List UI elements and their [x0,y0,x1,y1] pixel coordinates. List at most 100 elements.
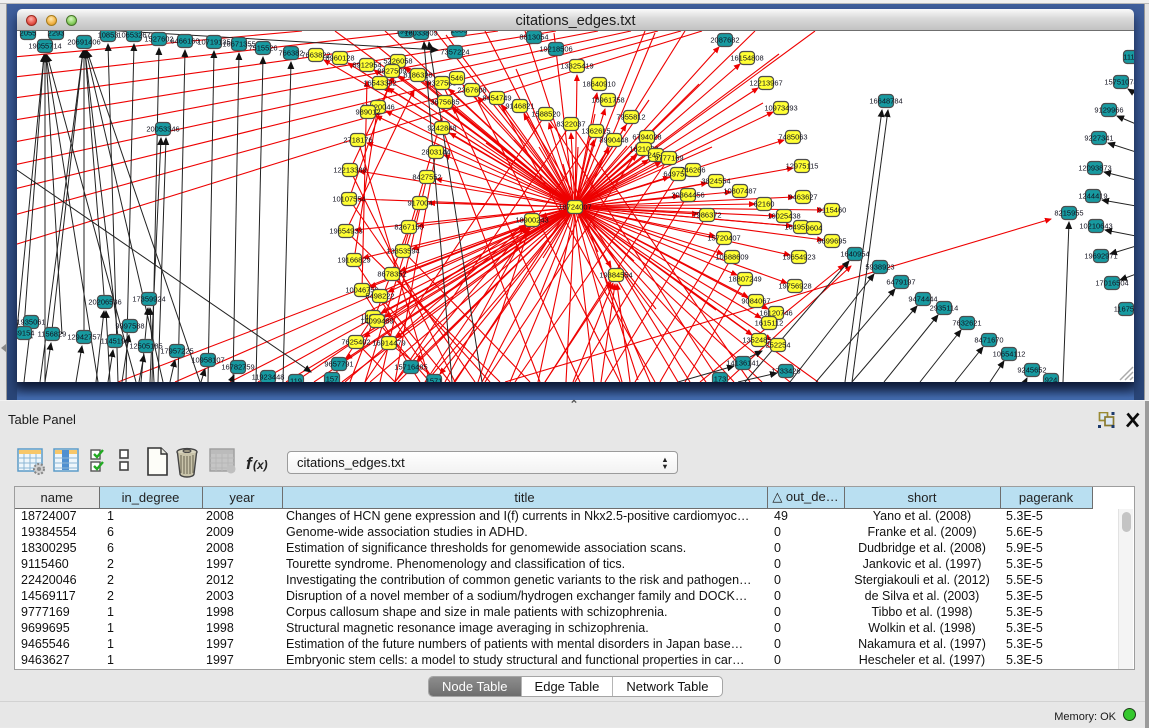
svg-text:10107554: 10107554 [332,195,365,204]
svg-text:10807487: 10807487 [723,187,756,196]
svg-text:9227341: 9227341 [1084,134,1113,143]
svg-text:19055714: 19055714 [28,42,61,51]
svg-text:20364456: 20364456 [671,191,704,200]
svg-text:18807249: 18807249 [728,275,761,284]
svg-text:15751074: 15751074 [1104,78,1134,87]
svg-text:12213389: 12213389 [333,166,366,175]
svg-text:12505185: 12505185 [129,342,162,351]
svg-text:12093873: 12093873 [1078,164,1111,173]
svg-text:10025438: 10025438 [767,212,800,221]
svg-text:39154: 39154 [17,329,34,338]
svg-text:252254: 252254 [765,341,790,350]
svg-text:12975115: 12975115 [786,162,819,171]
svg-text:15720407: 15720407 [707,234,740,243]
svg-text:1527602: 1527602 [144,35,173,44]
svg-text:18640910: 18640910 [582,80,615,89]
svg-text:16648784: 16648784 [869,97,902,106]
svg-text:18900243: 18900243 [515,216,548,225]
svg-text:9242848: 9242848 [427,124,456,133]
svg-text:9604: 9604 [806,224,823,233]
svg-text:10654112: 10654112 [993,350,1026,359]
svg-text:2055: 2055 [20,31,37,38]
svg-text:1112: 1112 [1123,53,1134,62]
svg-text:16961758: 16961758 [591,96,624,105]
svg-text:8267150: 8267150 [394,223,423,232]
svg-text:19218506: 19218506 [539,45,572,54]
svg-text:6794028: 6794028 [632,133,661,142]
svg-text:1145194: 1145194 [101,337,130,346]
svg-text:546: 546 [451,74,464,83]
svg-text:13353594: 13353594 [386,247,419,256]
svg-text:5498222: 5498222 [365,292,394,301]
svg-text:119: 119 [290,377,302,382]
svg-text:20206536: 20206536 [88,298,121,307]
svg-text:8990448: 8990448 [599,136,628,145]
svg-text:10688609: 10688609 [715,253,748,262]
svg-text:7986372: 7986372 [692,211,721,220]
svg-text:2087682: 2087682 [710,36,739,45]
svg-text:7485063: 7485063 [778,133,807,142]
svg-text:9129966: 9129966 [1094,106,1123,115]
svg-text:18724007: 18724007 [558,203,591,212]
svg-text:20053346: 20053346 [146,125,179,134]
svg-text:7357224: 7357224 [440,48,469,57]
svg-text:19384554: 19384554 [599,271,632,280]
svg-text:16033809: 16033809 [404,31,437,38]
svg-text:1362615: 1362615 [581,127,610,136]
svg-text:9777169: 9777169 [654,154,683,163]
svg-text:62160: 62160 [754,200,775,209]
svg-text:14099489: 14099489 [360,317,393,326]
svg-text:10853: 10853 [98,31,119,40]
svg-text:17359924: 17359924 [132,295,165,304]
svg-text:1935061: 1935061 [17,318,46,327]
svg-text:1085: 1085 [451,31,468,35]
svg-text:16154808: 16154808 [730,54,763,63]
svg-text:17016504: 17016504 [1095,279,1128,288]
svg-text:766382: 766382 [278,49,303,58]
svg-text:9463627: 9463627 [788,193,817,202]
svg-text:15716485: 15716485 [394,363,427,372]
svg-text:9115460: 9115460 [818,206,847,215]
svg-text:1571: 1571 [426,377,443,382]
svg-text:1733426: 1733426 [771,367,800,376]
svg-text:17957225: 17957225 [160,347,193,356]
svg-text:116753: 116753 [1114,305,1134,314]
svg-text:12213967: 12213967 [749,79,782,88]
svg-text:8813054: 8813054 [519,33,548,42]
svg-text:1588520: 1588520 [531,110,560,119]
svg-text:7625402: 7625402 [341,338,370,347]
svg-text:16914479: 16914479 [372,339,405,348]
svg-text:746266: 746266 [680,166,705,175]
svg-text:989012: 989012 [355,108,380,117]
svg-text:9084067: 9084067 [741,297,770,306]
svg-text:7515526: 7515526 [248,44,277,53]
svg-text:917004: 917004 [407,199,432,208]
svg-text:14136141: 14136141 [726,359,759,368]
svg-text:1244419: 1244419 [1078,192,1107,201]
svg-text:1156829: 1156829 [38,330,67,339]
svg-text:1640954: 1640954 [840,250,869,259]
svg-text:924: 924 [1045,376,1058,382]
svg-text:3675685: 3675685 [430,98,459,107]
svg-text:11923448: 11923448 [252,373,285,382]
svg-text:19756928: 19756928 [778,282,811,291]
svg-text:19654933: 19654933 [329,227,362,236]
svg-text:16543382: 16543382 [363,79,396,88]
svg-text:157: 157 [326,375,339,382]
svg-text:1615112: 1615112 [755,319,784,328]
svg-text:16782759: 16782759 [221,363,254,372]
svg-text:7632621: 7632621 [952,319,981,328]
svg-text:9146821: 9146821 [505,102,534,111]
svg-text:2293: 2293 [48,31,65,38]
svg-text:13325419: 13325419 [560,62,593,71]
svg-text:20691406: 20691406 [67,38,100,47]
svg-text:173: 173 [714,375,727,382]
svg-text:8427552: 8427552 [412,173,441,182]
svg-text:19692971: 19692971 [1084,252,1117,261]
svg-text:12942757: 12942757 [67,333,100,342]
svg-text:10210643: 10210643 [1079,222,1112,231]
svg-text:5938923: 5938923 [865,263,894,272]
svg-text:3824554: 3824554 [701,177,730,186]
svg-text:19654923: 19654923 [782,253,815,262]
svg-text:9997588: 9997588 [115,322,144,331]
